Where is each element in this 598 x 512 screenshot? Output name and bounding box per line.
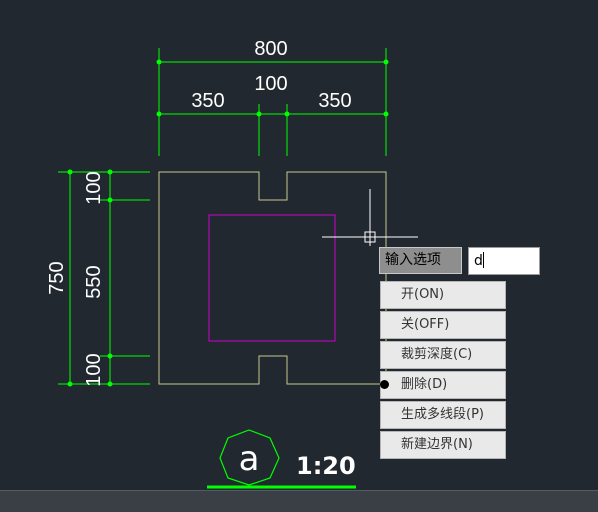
text-caret xyxy=(482,252,484,268)
option-input-value[interactable]: d xyxy=(474,253,483,269)
menu-item-delete[interactable]: 删除(D) xyxy=(380,371,506,399)
menu-item-clip-depth[interactable]: 裁剪深度(C) xyxy=(380,341,506,369)
inner-rectangle[interactable] xyxy=(208,214,336,342)
dim-left-bottom: 100 xyxy=(83,353,105,386)
menu-item-on[interactable]: 开(ON) xyxy=(380,281,506,309)
dim-top-total: 800 xyxy=(254,38,287,60)
dim-left-top: 100 xyxy=(83,171,105,204)
selected-bullet-icon xyxy=(380,380,389,389)
scale-text: 1:20 xyxy=(296,452,356,480)
dim-top-middle: 100 xyxy=(254,73,287,95)
section-label-symbol: a xyxy=(239,439,260,479)
menu-item-label: 删除(D) xyxy=(401,377,448,392)
option-input-field[interactable]: d xyxy=(468,247,540,275)
menu-item-new-boundary[interactable]: 新建边界(N) xyxy=(380,431,506,459)
crosshair-cursor xyxy=(322,189,418,246)
dim-left-middle: 550 xyxy=(83,265,105,298)
status-bar xyxy=(0,490,598,512)
option-menu: 开(ON) 关(OFF) 裁剪深度(C) 删除(D) 生成多线段(P) 新建边界… xyxy=(380,281,506,461)
dim-top-right: 350 xyxy=(318,90,351,112)
outer-outline[interactable] xyxy=(158,171,387,385)
menu-item-label: 关(OFF) xyxy=(401,317,450,332)
menu-item-label: 开(ON) xyxy=(401,287,445,302)
option-prompt-label: 输入选项 xyxy=(379,247,462,274)
menu-item-off[interactable]: 关(OFF) xyxy=(380,311,506,339)
status-bar-divider xyxy=(0,490,598,491)
dim-top-left: 350 xyxy=(191,90,224,112)
menu-item-label: 裁剪深度(C) xyxy=(401,347,473,362)
menu-item-generate-polyline[interactable]: 生成多线段(P) xyxy=(380,401,506,429)
dim-left-total: 750 xyxy=(46,261,68,294)
menu-item-label: 新建边界(N) xyxy=(401,437,473,452)
menu-item-label: 生成多线段(P) xyxy=(401,407,484,422)
drawing-canvas[interactable]: 800 100 350 350 750 100 550 100 a 1:20 xyxy=(0,0,598,490)
